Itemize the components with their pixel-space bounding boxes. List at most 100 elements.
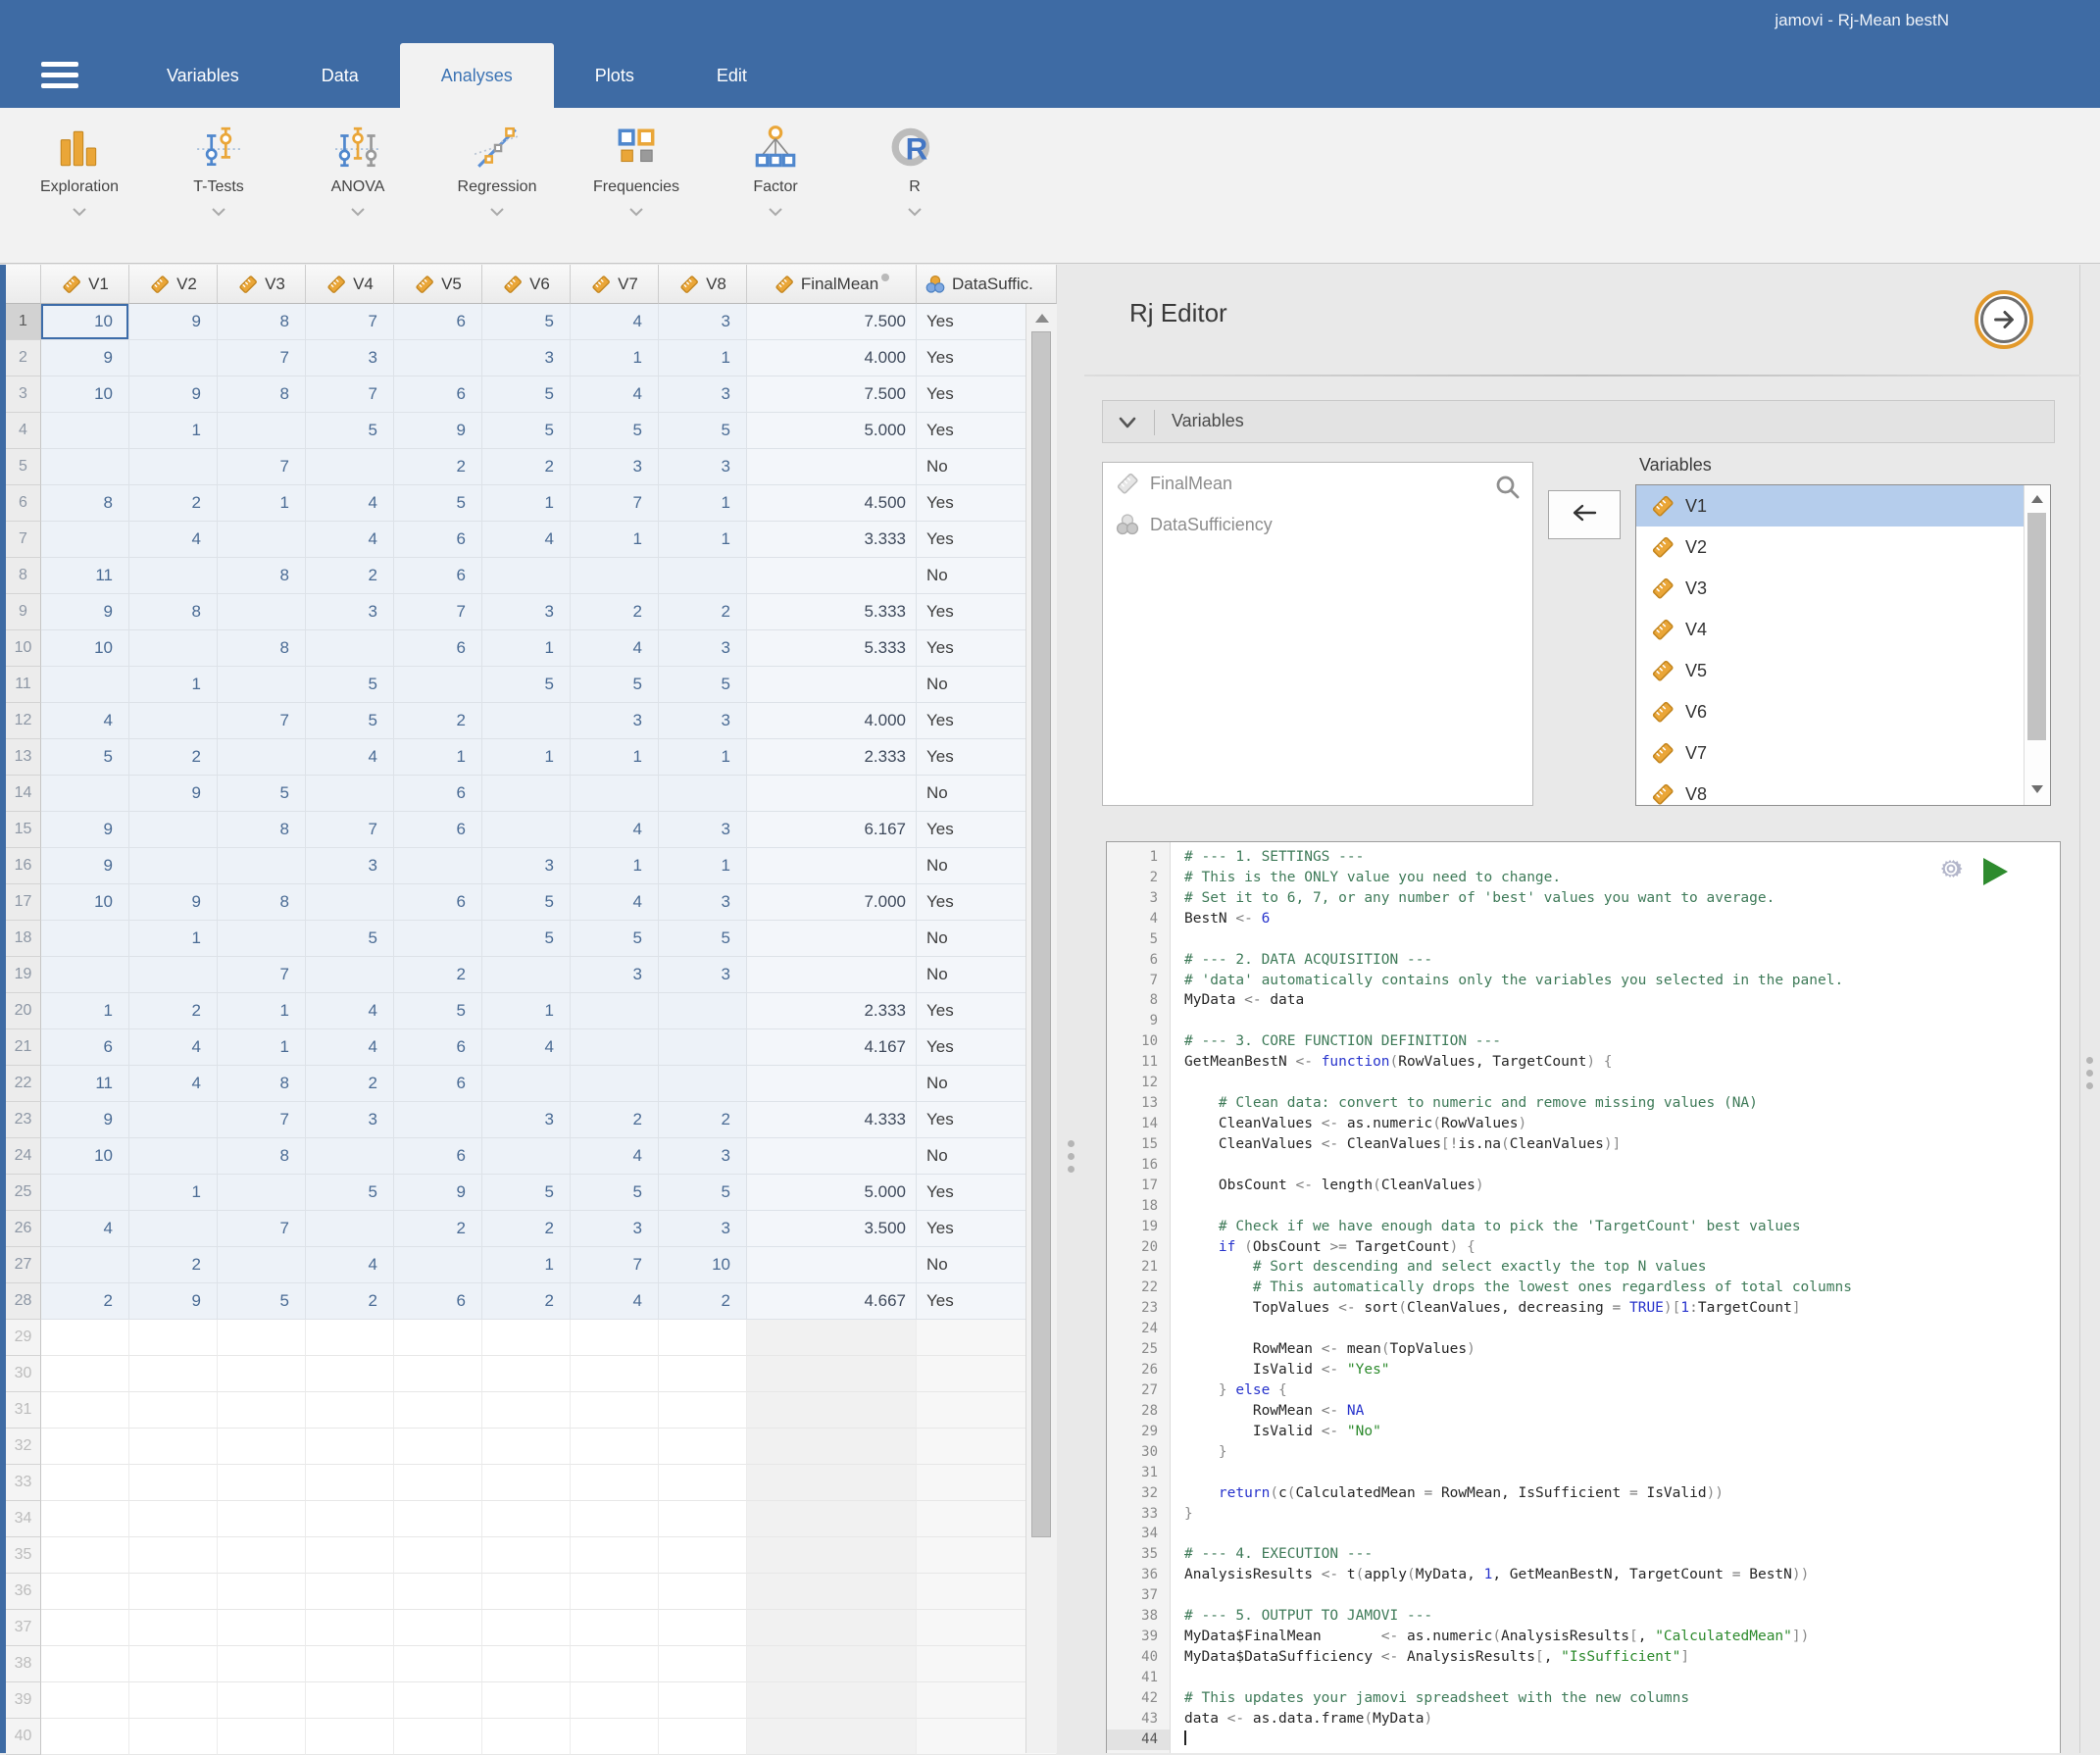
ribbon-item-r[interactable]: RR xyxy=(845,120,984,222)
cell[interactable] xyxy=(482,558,571,594)
cell[interactable] xyxy=(218,739,306,776)
tab-variables[interactable]: Variables xyxy=(125,43,280,108)
table-row[interactable]: 1815555No xyxy=(6,921,1057,957)
row-number[interactable]: 11 xyxy=(6,667,41,703)
cell[interactable]: 2 xyxy=(659,1283,747,1320)
cell[interactable] xyxy=(129,1392,218,1429)
cell[interactable] xyxy=(571,1574,659,1610)
cell[interactable]: 4 xyxy=(571,1138,659,1175)
table-row[interactable]: 124752334.000Yes xyxy=(6,703,1057,739)
table-row[interactable]: 31 xyxy=(6,1392,1057,1429)
cell[interactable] xyxy=(218,1682,306,1719)
cell[interactable] xyxy=(306,957,394,993)
cell[interactable] xyxy=(659,1066,747,1102)
cell[interactable]: 3 xyxy=(306,340,394,376)
cell[interactable] xyxy=(394,1247,482,1283)
cell[interactable] xyxy=(129,449,218,485)
cell[interactable]: 6 xyxy=(394,1066,482,1102)
cell[interactable]: 3 xyxy=(482,340,571,376)
cell[interactable] xyxy=(218,1320,306,1356)
cell[interactable]: 4 xyxy=(571,1283,659,1320)
cell-finalmean[interactable]: 5.333 xyxy=(747,630,917,667)
code-line[interactable]: 32 return(c(CalculatedMean = RowMean, Is… xyxy=(1107,1483,2060,1504)
cell-finalmean[interactable] xyxy=(747,1537,917,1574)
cell[interactable] xyxy=(129,848,218,884)
cell[interactable] xyxy=(659,1429,747,1465)
cell[interactable]: 2 xyxy=(482,449,571,485)
variable-item-v6[interactable]: V6 xyxy=(1636,691,2050,732)
cell[interactable] xyxy=(41,449,129,485)
cell-finalmean[interactable]: 7.000 xyxy=(747,884,917,921)
cell[interactable] xyxy=(129,1719,218,1755)
variable-item-v5[interactable]: V5 xyxy=(1636,650,2050,691)
cell[interactable] xyxy=(659,1356,747,1392)
row-number[interactable]: 14 xyxy=(6,776,41,812)
row-number[interactable]: 22 xyxy=(6,1066,41,1102)
hamburger-menu-icon[interactable] xyxy=(41,62,78,89)
chevron-down-icon[interactable] xyxy=(628,204,644,222)
cell[interactable] xyxy=(659,1029,747,1066)
cell[interactable]: 5 xyxy=(571,667,659,703)
cell[interactable] xyxy=(41,957,129,993)
cell[interactable] xyxy=(482,1356,571,1392)
cell[interactable]: 5 xyxy=(482,413,571,449)
cell[interactable]: 8 xyxy=(218,558,306,594)
cell-finalmean[interactable] xyxy=(747,1501,917,1537)
cell[interactable] xyxy=(129,558,218,594)
cell[interactable]: 6 xyxy=(394,630,482,667)
row-number[interactable]: 16 xyxy=(6,848,41,884)
cell[interactable]: 10 xyxy=(659,1247,747,1283)
table-row[interactable]: 40 xyxy=(6,1719,1057,1755)
cell[interactable] xyxy=(482,1501,571,1537)
cell[interactable]: 5 xyxy=(306,703,394,739)
table-row[interactable]: 201214512.333Yes xyxy=(6,993,1057,1029)
cell[interactable]: 2 xyxy=(306,1066,394,1102)
row-number[interactable]: 3 xyxy=(6,376,41,413)
cell-finalmean[interactable] xyxy=(747,1247,917,1283)
cell[interactable] xyxy=(482,776,571,812)
cell[interactable] xyxy=(129,1682,218,1719)
ribbon-item-factor[interactable]: Factor xyxy=(706,120,845,222)
cell-finalmean[interactable] xyxy=(747,1610,917,1646)
row-number[interactable]: 9 xyxy=(6,594,41,630)
cell[interactable] xyxy=(571,1392,659,1429)
code-line[interactable]: 6# --- 2. DATA ACQUISITION --- xyxy=(1107,950,2060,971)
cell-finalmean[interactable]: 6.167 xyxy=(747,812,917,848)
cell[interactable] xyxy=(129,1356,218,1392)
table-row[interactable]: 22114826No xyxy=(6,1066,1057,1102)
code-line[interactable]: 13 # Clean data: convert to numeric and … xyxy=(1107,1093,2060,1114)
ribbon-item-t-tests[interactable]: T-Tests xyxy=(149,120,288,222)
cell[interactable]: 4 xyxy=(306,1029,394,1066)
cell[interactable] xyxy=(394,340,482,376)
cell[interactable] xyxy=(482,1066,571,1102)
variable-item-v1[interactable]: V1 xyxy=(1636,485,2050,526)
cell[interactable] xyxy=(571,776,659,812)
table-row[interactable]: 11098765437.500Yes xyxy=(6,304,1057,340)
cell[interactable]: 5 xyxy=(571,1175,659,1211)
cell[interactable]: 4 xyxy=(306,485,394,522)
cell-finalmean[interactable]: 7.500 xyxy=(747,376,917,413)
code-line[interactable]: 37 xyxy=(1107,1585,2060,1606)
cell[interactable] xyxy=(41,921,129,957)
cell[interactable] xyxy=(571,1646,659,1682)
cell[interactable] xyxy=(41,1574,129,1610)
cell[interactable]: 11 xyxy=(41,1066,129,1102)
cell[interactable]: 7 xyxy=(571,1247,659,1283)
cell[interactable]: 6 xyxy=(41,1029,129,1066)
chevron-down-icon[interactable] xyxy=(907,204,923,222)
cell[interactable] xyxy=(571,1682,659,1719)
cell[interactable] xyxy=(482,1537,571,1574)
cell[interactable] xyxy=(218,522,306,558)
table-row[interactable]: 28295262424.667Yes xyxy=(6,1283,1057,1320)
panel-left-splitter-handle[interactable] xyxy=(1068,1140,1075,1178)
row-number[interactable]: 30 xyxy=(6,1356,41,1392)
table-row[interactable]: 998373225.333Yes xyxy=(6,594,1057,630)
table-row[interactable]: 39 xyxy=(6,1682,1057,1719)
cell[interactable]: 4 xyxy=(571,304,659,340)
code-line[interactable]: 42# This updates your jamovi spreadsheet… xyxy=(1107,1688,2060,1709)
table-row[interactable]: 27241710No xyxy=(6,1247,1057,1283)
cell[interactable]: 5 xyxy=(482,304,571,340)
code-line[interactable]: 31 xyxy=(1107,1463,2060,1483)
code-line[interactable]: 36AnalysisResults <- t(apply(MyData, 1, … xyxy=(1107,1565,2060,1585)
cell[interactable] xyxy=(41,413,129,449)
